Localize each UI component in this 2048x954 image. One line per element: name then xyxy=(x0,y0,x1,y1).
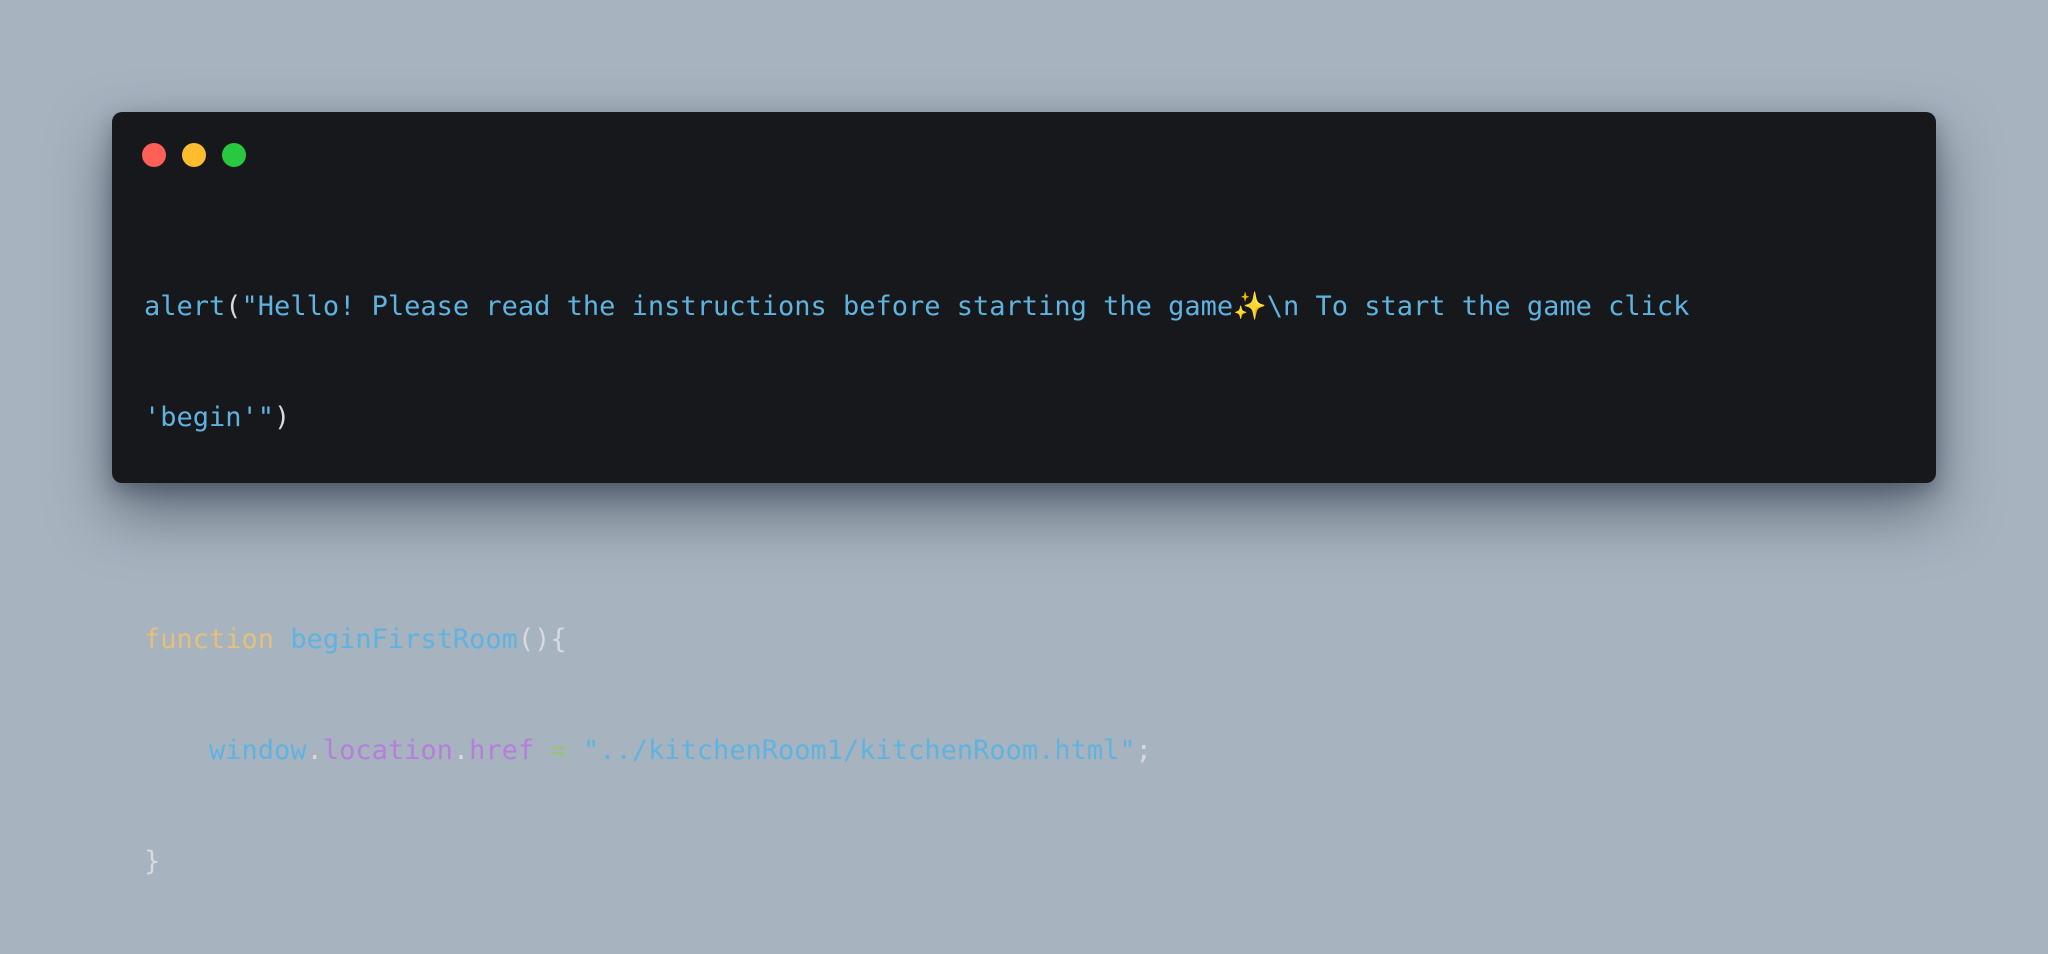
code-line: function beginFirstRoom(){ xyxy=(144,621,1689,658)
code-block: alert("Hello! Please read the instructio… xyxy=(144,214,1689,954)
code-token-default xyxy=(534,735,550,766)
code-token-default: ; xyxy=(1135,735,1152,766)
code-token-default: } xyxy=(144,846,161,877)
code-token-identifier: window xyxy=(209,735,307,766)
code-line: window.location.href = "../kitchenRoom1/… xyxy=(144,732,1689,769)
code-token-identifier: alert xyxy=(144,291,226,322)
code-line: alert("Hello! Please read the instructio… xyxy=(144,288,1689,325)
code-token-identifier: beginFirstRoom xyxy=(290,624,518,655)
code-token-property: href xyxy=(469,735,535,766)
code-token-default: . xyxy=(452,735,470,766)
window-controls xyxy=(142,143,246,167)
code-token-operator: = xyxy=(550,735,567,766)
code-token-default: ) xyxy=(274,402,291,433)
code-line: } xyxy=(144,843,1689,880)
code-window: alert("Hello! Please read the instructio… xyxy=(112,112,1936,877)
code-token-identifier: 'begin'" xyxy=(144,402,275,433)
code-token-property: location xyxy=(322,735,453,766)
code-token-identifier: "../kitchenRoom1/kitchenRoom.html" xyxy=(582,735,1136,766)
code-token-default: . xyxy=(306,735,323,766)
code-line: 'begin'") xyxy=(144,399,1689,436)
maximize-button[interactable] xyxy=(222,143,246,167)
code-token-default xyxy=(567,735,583,766)
code-token-keyword: function xyxy=(144,624,275,655)
close-button[interactable] xyxy=(142,143,166,167)
code-token-identifier: "Hello! Please read the instructions bef… xyxy=(241,291,1690,322)
minimize-button[interactable] xyxy=(182,143,206,167)
code-token-default xyxy=(274,624,290,655)
code-token-default: ( xyxy=(225,291,242,322)
code-token-default: (){ xyxy=(517,624,567,655)
